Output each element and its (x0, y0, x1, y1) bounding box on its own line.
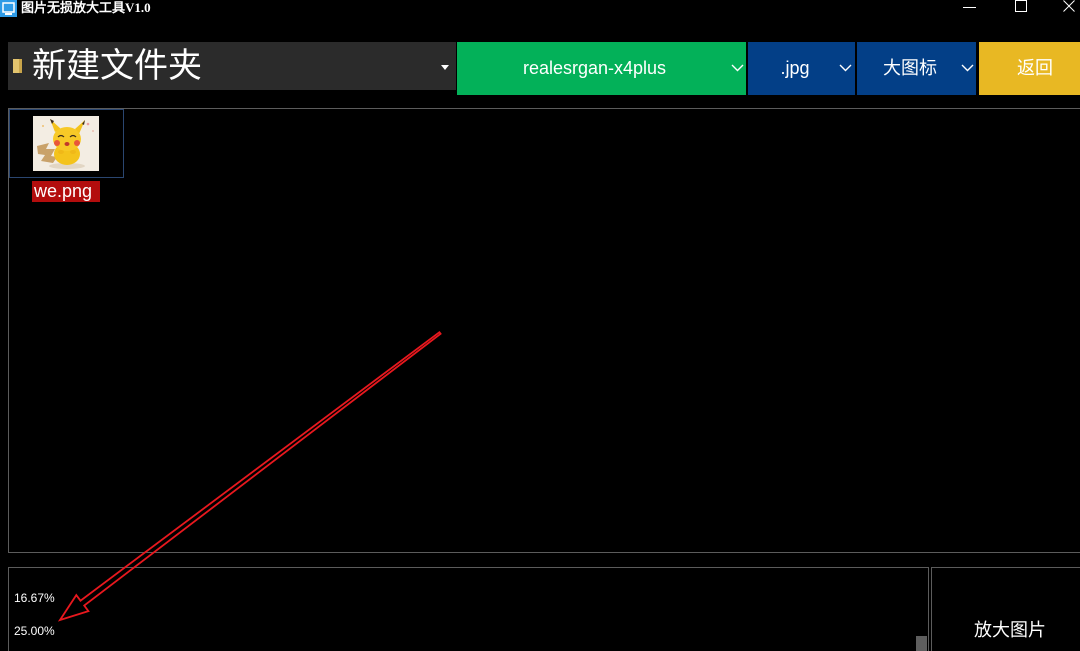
back-button-label: 返回 (1017, 58, 1053, 78)
folder-select[interactable]: 新建文件夹 (8, 42, 456, 90)
dropdown-arrow-icon (441, 65, 449, 70)
maximize-button[interactable] (998, 0, 1044, 24)
pikachu-image (33, 116, 99, 171)
model-select[interactable]: realesrgan-x4plus (457, 42, 746, 95)
progress-log: 16.67% 25.00% (8, 567, 929, 651)
title-bar: 图片无损放大工具V1.0 (0, 0, 1080, 24)
back-button[interactable]: 返回 (979, 42, 1080, 95)
progress-line: 16.67% (14, 591, 55, 605)
minimize-icon (963, 7, 976, 8)
scrollbar-thumb[interactable] (916, 636, 927, 651)
model-select-value: realesrgan-x4plus (522, 58, 667, 78)
folder-icon (13, 59, 22, 73)
format-select-value: .jpg (780, 58, 810, 78)
app-icon (0, 0, 17, 17)
format-select[interactable]: .jpg (748, 42, 855, 95)
maximize-icon (1015, 0, 1027, 12)
close-icon (1063, 0, 1075, 12)
file-item[interactable]: we.png (9, 109, 124, 204)
file-browser-panel[interactable]: we.png (8, 108, 1080, 553)
file-name-label: we.png (32, 181, 100, 202)
folder-select-value: 新建文件夹 (32, 47, 202, 85)
upscale-button-label: 放大图片 (974, 620, 1046, 640)
window-title: 图片无损放大工具V1.0 (21, 0, 151, 15)
chevron-down-icon (731, 64, 744, 72)
minimize-button[interactable] (946, 0, 992, 24)
view-mode-select-value: 大图标 (883, 58, 937, 78)
close-button[interactable] (1046, 0, 1080, 24)
view-mode-select[interactable]: 大图标 (857, 42, 976, 95)
progress-line: 25.00% (14, 624, 55, 638)
chevron-down-icon (961, 64, 974, 72)
chevron-down-icon (839, 64, 852, 72)
upscale-button[interactable]: 放大图片 (931, 567, 1080, 651)
